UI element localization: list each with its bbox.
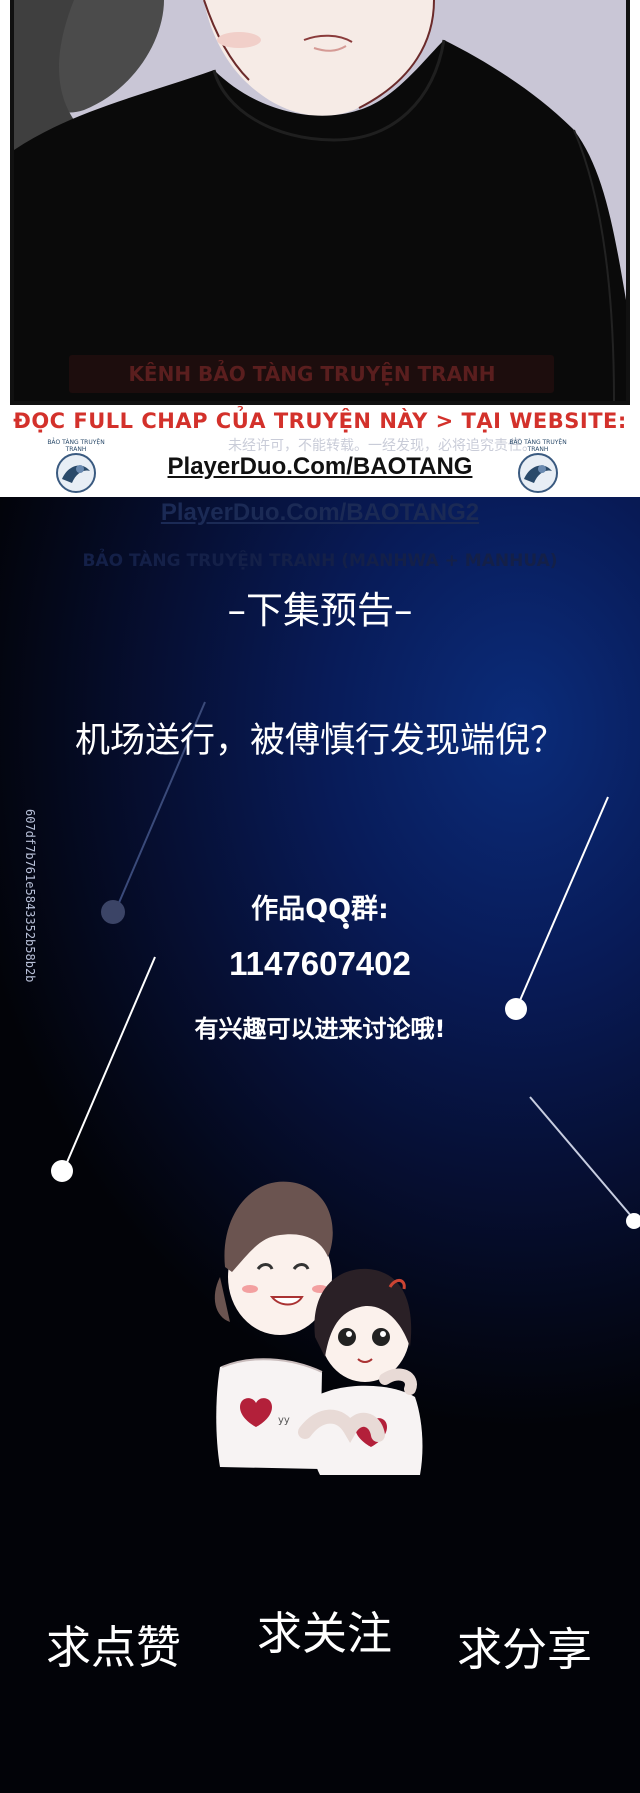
museum-logo-icon: BẢO TÀNG TRUYỆN TRANH xyxy=(42,439,110,497)
preview-section: PlayerDuo.Com/BAOTANG2 BẢO TÀNG TRUYỆN T… xyxy=(0,497,640,1793)
comic-panel-frame: KÊNH BẢO TÀNG TRUYỆN TRANH xyxy=(10,0,630,405)
follow-request[interactable]: 求关注 xyxy=(257,1597,392,1662)
watermark-headline: ĐỌC FULL CHAP CỦA TRUYỆN NÀY > TẠI WEBSI… xyxy=(13,409,627,433)
comic-panel-illustration: KÊNH BẢO TÀNG TRUYỆN TRANH xyxy=(14,0,626,401)
preview-title: –下集预告– xyxy=(227,589,413,632)
dot-divider xyxy=(343,923,349,929)
comic-panel: KÊNH BẢO TÀNG TRUYỆN TRANH xyxy=(0,0,640,410)
watermark-strip: ĐỌC FULL CHAP CỦA TRUYỆN NÀY > TẠI WEBSI… xyxy=(0,405,640,497)
like-request[interactable]: 求点赞 xyxy=(46,1611,181,1676)
ghost-banner-text: KÊNH BẢO TÀNG TRUYỆN TRANH xyxy=(128,361,495,386)
qq-group-label: 作品QQ群: xyxy=(251,894,389,925)
svg-text:yy: yy xyxy=(278,1415,290,1426)
qq-group-number: 1147607402 xyxy=(229,945,411,982)
museum-logo-icon: BẢO TÀNG TRUYỆN TRANH xyxy=(504,439,572,497)
preview-question: 机场送行，被傅慎行发现端倪？ xyxy=(74,721,565,761)
logo-caption: BẢO TÀNG TRUYỆN TRANH xyxy=(509,439,567,453)
copyright-notice: 未经许可，不能转载。一经发现，必将追究责任。 xyxy=(228,438,536,454)
couple-illustration: yy xyxy=(214,1181,423,1475)
share-request[interactable]: 求分享 xyxy=(457,1613,592,1678)
logo-caption: BẢO TÀNG TRUYỆN TRANH xyxy=(47,439,105,453)
invite-text: 有兴趣可以进来讨论哦! xyxy=(194,1015,446,1043)
